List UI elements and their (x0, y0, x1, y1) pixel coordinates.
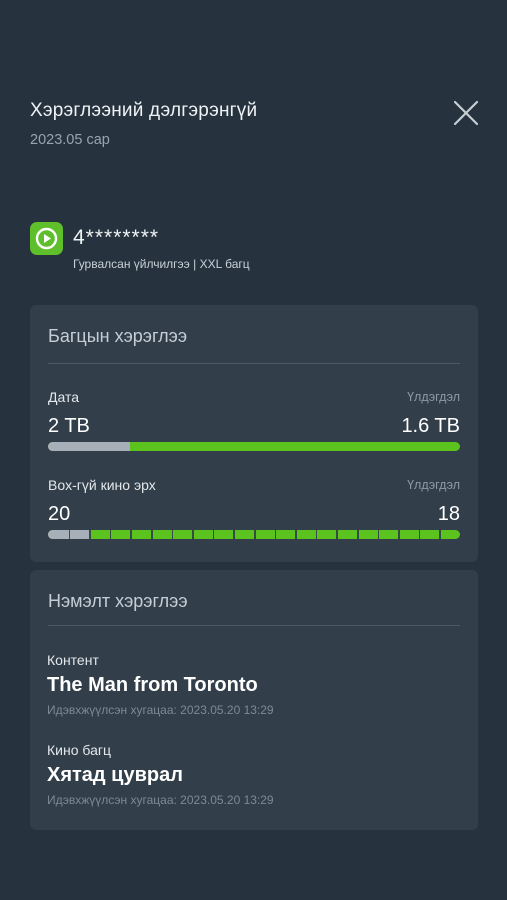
movie-remaining: 18 (437, 503, 460, 525)
segment-tick (418, 530, 421, 539)
account-number: 4******** (73, 226, 160, 249)
segment-tick (192, 530, 194, 539)
data-label: Дата (48, 389, 80, 405)
segment-tick (398, 530, 400, 539)
data-remaining: 1.6 TB (401, 415, 460, 437)
segment-tick (439, 530, 441, 539)
segment-tick (109, 530, 112, 539)
extra-item-name: Хятад цуврал (47, 764, 183, 786)
segment-tick (130, 530, 132, 539)
segment-tick (274, 530, 277, 539)
segment-tick (68, 530, 71, 539)
extra-item-category: Кино багц (47, 742, 111, 758)
package-usage-card: Багцын хэрэглээ Дата Үлдэгдэл 2 TB 1.6 T… (30, 305, 478, 562)
movie-label: Box-гүй кино эрх (48, 477, 156, 493)
period-label: 2023.05 сар (30, 132, 110, 148)
segment-tick (377, 530, 380, 539)
data-used-fill (48, 442, 131, 451)
movie-total: 20 (48, 503, 71, 525)
segment-tick (171, 530, 174, 539)
movie-progress-bar (48, 530, 460, 539)
segment-tick (295, 530, 297, 539)
movie-segment-ticks (48, 530, 460, 539)
segment-tick (89, 530, 91, 539)
data-remaining-label: Үлдэгдэл (407, 390, 460, 404)
package-usage-title: Багцын хэрэглээ (48, 326, 187, 346)
play-logo-icon (30, 222, 63, 255)
segment-tick (315, 530, 318, 539)
extra-item-category: Контент (47, 652, 99, 668)
segment-tick (357, 530, 359, 539)
segment-tick (212, 530, 215, 539)
segment-tick (233, 530, 235, 539)
segment-tick (254, 530, 256, 539)
close-button[interactable] (451, 98, 481, 128)
segment-tick (336, 530, 338, 539)
extra-usage-card: Нэмэлт хэрэглээ Контент The Man from Tor… (30, 570, 478, 830)
extra-item-activated: Идэвхжүүлсэн хугацаа: 2023.05.20 13:29 (47, 703, 274, 717)
divider (48, 363, 460, 364)
segment-tick (151, 530, 153, 539)
data-total: 2 TB (48, 415, 90, 437)
data-progress-bar (48, 442, 460, 451)
divider (48, 625, 460, 626)
account-description: Гурвалсан үйлчилгээ | XXL багц (73, 257, 250, 271)
page-title: Хэрэглээний дэлгэрэнгүй (30, 100, 258, 121)
extra-item-name: The Man from Toronto (47, 674, 258, 696)
extra-usage-title: Нэмэлт хэрэглээ (48, 591, 188, 611)
movie-remaining-label: Үлдэгдэл (407, 478, 460, 492)
page-header: Хэрэглээний дэлгэрэнгүй 2023.05 сар (30, 100, 479, 148)
extra-item-activated: Идэвхжүүлсэн хугацаа: 2023.05.20 13:29 (47, 793, 274, 807)
close-icon (453, 100, 479, 126)
